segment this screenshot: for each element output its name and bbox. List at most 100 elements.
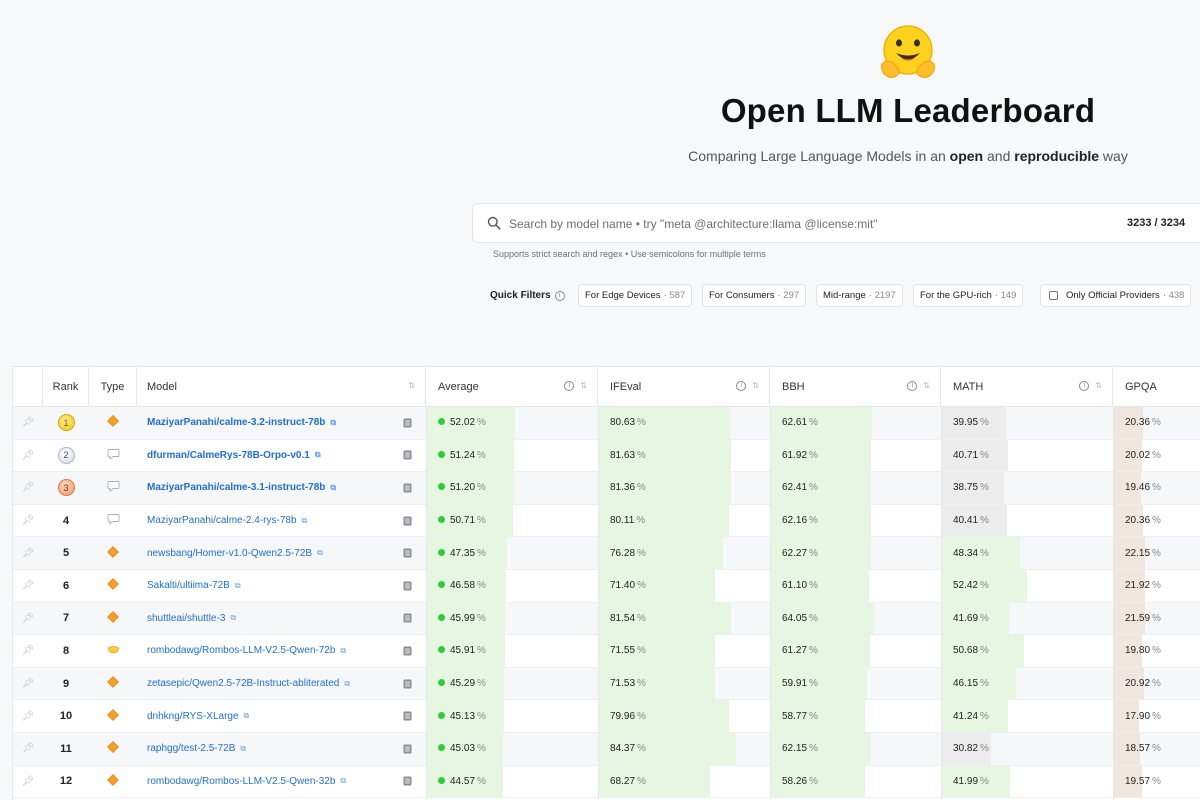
pin-icon[interactable]: 📌︎	[13, 440, 43, 472]
checkbox-icon[interactable]	[1049, 291, 1058, 300]
model-link[interactable]: MaziyarPanahi/calme-3.2-instruct-78b ⧉	[147, 407, 397, 439]
sort-icon[interactable]: ⇅	[580, 381, 587, 391]
filter-edge-devices[interactable]: For Edge Devices · 587	[578, 284, 693, 307]
table-header: Rank Type Model ⇅ Average i ⇅ IFEval i ⇅ B…	[13, 367, 1200, 407]
external-link-icon[interactable]: ⧉	[244, 711, 250, 721]
model-card-icon[interactable]	[401, 505, 413, 537]
model-link[interactable]: Sakalti/ultiima-72B ⧉	[147, 570, 397, 602]
model-link[interactable]: MaziyarPanahi/calme-3.1-instruct-78b ⧉	[147, 472, 397, 504]
pin-icon[interactable]: 📌︎	[13, 668, 43, 700]
pin-icon[interactable]: 📌︎	[13, 472, 43, 504]
model-type-cell	[89, 407, 137, 439]
diamond-icon	[107, 708, 119, 724]
pin-icon[interactable]: 📌︎	[13, 570, 43, 602]
pin-icon[interactable]: 📌︎	[13, 635, 43, 667]
ifeval-cell: 81.54%	[598, 602, 770, 635]
model-link[interactable]: zetasepic/Qwen2.5-72B-Instruct-abliterat…	[147, 668, 397, 700]
model-card-icon[interactable]	[401, 668, 413, 700]
model-link[interactable]: rombodawg/Rombos-LLM-V2.5-Qwen-72b ⧉	[147, 635, 397, 667]
pin-icon[interactable]: 📌︎	[13, 505, 43, 537]
external-link-icon[interactable]: ⧉	[340, 646, 346, 656]
table-row[interactable]: 📌︎ 8 rombodawg/Rombos-LLM-V2.5-Qwen-72b ⧉ 45…	[13, 635, 1200, 668]
math-cell: 41.24%	[941, 700, 1113, 732]
info-icon[interactable]: i	[736, 381, 747, 391]
table-row[interactable]: 📌︎ 10 dnhkng/RYS-XLarge ⧉ 45.13% 79.96% 58.77%…	[13, 700, 1200, 733]
external-link-icon[interactable]: ⧉	[315, 450, 321, 460]
ifeval-cell: 80.63%	[598, 407, 770, 439]
model-card-icon[interactable]	[401, 603, 413, 635]
table-row[interactable]: 📌︎ 1 MaziyarPanahi/calme-3.2-instruct-78b ⧉…	[13, 407, 1200, 440]
header-model[interactable]: Model ⇅	[137, 367, 426, 407]
sort-icon[interactable]: ⇅	[408, 381, 415, 391]
model-link[interactable]: MaziyarPanahi/calme-2.4-rys-78b ⧉	[147, 505, 397, 537]
model-card-icon[interactable]	[401, 766, 413, 798]
table-row[interactable]: 📌︎ 7 shuttleai/shuttle-3 ⧉ 45.99% 81.54% 64.05…	[13, 602, 1200, 636]
status-dot-icon	[438, 483, 445, 491]
average-cell: 45.29%	[426, 667, 598, 700]
model-link[interactable]: raphgg/test-2.5-72B ⧉	[147, 733, 397, 765]
table-row[interactable]: 📌︎ 12 rombodawg/Rombos-LLM-V2.5-Qwen-32b ⧉ 4…	[13, 765, 1200, 799]
pin-icon[interactable]: 📌︎	[13, 603, 43, 635]
bbh-cell: 62.27%	[770, 537, 941, 569]
info-icon[interactable]: i	[564, 381, 575, 391]
model-card-icon[interactable]	[401, 700, 413, 732]
filter-consumers[interactable]: For Consumers · 297	[702, 284, 807, 307]
external-link-icon[interactable]: ⧉	[230, 613, 236, 623]
external-link-icon[interactable]: ⧉	[344, 679, 350, 689]
header-type[interactable]: Type	[89, 367, 137, 407]
header-rank[interactable]: Rank	[43, 367, 89, 407]
model-card-icon[interactable]	[401, 440, 413, 472]
header-bbh[interactable]: BBH i ⇅	[770, 367, 941, 407]
pin-icon[interactable]: 📌︎	[13, 733, 43, 765]
table-row[interactable]: 📌︎ 2 dfurman/CalmeRys-78B-Orpo-v0.1 ⧉ 51.24%…	[13, 439, 1200, 473]
model-card-icon[interactable]	[401, 635, 413, 667]
model-link[interactable]: dfurman/CalmeRys-78B-Orpo-v0.1 ⧉	[147, 440, 397, 472]
header-ifeval[interactable]: IFEval i ⇅	[598, 367, 770, 407]
external-link-icon[interactable]: ⧉	[340, 776, 346, 786]
table-row[interactable]: 📌︎ 4 MaziyarPanahi/calme-2.4-rys-78b ⧉ 50.71…	[13, 504, 1200, 538]
header-pin	[13, 367, 43, 407]
info-icon[interactable]: i	[907, 381, 918, 391]
header-average[interactable]: Average i ⇅	[426, 367, 598, 407]
math-cell: 39.95%	[941, 407, 1113, 439]
table-row[interactable]: 📌︎ 3 MaziyarPanahi/calme-3.1-instruct-78b ⧉…	[13, 472, 1200, 505]
table-row[interactable]: 📌︎ 11 raphgg/test-2.5-72B ⧉ 45.03% 84.37% 62.1…	[13, 733, 1200, 766]
math-cell: 48.34%	[941, 537, 1113, 569]
info-icon[interactable]: i	[554, 290, 565, 301]
table-row[interactable]: 📌︎ 5 newsbang/Homer-v1.0-Qwen2.5-72B ⧉ 47.35…	[13, 537, 1200, 570]
ifeval-cell: 76.28%	[598, 537, 770, 569]
pin-icon[interactable]: 📌︎	[13, 700, 43, 732]
header-gpqa[interactable]: GPQA	[1113, 367, 1200, 407]
sort-icon[interactable]: ⇅	[1095, 381, 1102, 391]
diamond-icon	[107, 415, 119, 430]
external-link-icon[interactable]: ⧉	[317, 548, 323, 558]
gpqa-cell: 22.15%	[1113, 537, 1200, 569]
table-row[interactable]: 📌︎ 6 Sakalti/ultiima-72B ⧉ 46.58% 71.40% 61.10…	[13, 570, 1200, 603]
model-card-icon[interactable]	[401, 537, 413, 569]
model-card-icon[interactable]	[401, 407, 413, 439]
model-card-icon[interactable]	[401, 472, 413, 504]
external-link-icon[interactable]: ⧉	[240, 744, 246, 754]
sort-icon[interactable]: ⇅	[923, 381, 930, 391]
pin-icon[interactable]: 📌︎	[13, 766, 43, 798]
model-link[interactable]: shuttleai/shuttle-3 ⧉	[147, 603, 397, 635]
filter-mid-range[interactable]: Mid-range · 2197	[816, 284, 903, 307]
model-link[interactable]: dnhkng/RYS-XLarge ⧉	[147, 700, 397, 732]
model-card-icon[interactable]	[401, 570, 413, 602]
table-row[interactable]: 📌︎ 9 zetasepic/Qwen2.5-72B-Instruct-ablite…	[13, 667, 1200, 701]
external-link-icon[interactable]: ⧉	[330, 418, 336, 428]
external-link-icon[interactable]: ⧉	[330, 483, 336, 493]
model-card-icon[interactable]	[401, 733, 413, 765]
filter-official-providers[interactable]: Only Official Providers · 438	[1040, 284, 1192, 307]
model-link[interactable]: rombodawg/Rombos-LLM-V2.5-Qwen-32b ⧉	[147, 766, 397, 798]
pin-icon[interactable]: 📌︎	[13, 537, 43, 569]
info-icon[interactable]: i	[1079, 381, 1090, 391]
sort-icon[interactable]: ⇅	[752, 381, 759, 391]
search-input[interactable]	[509, 212, 1069, 236]
filter-gpu-rich[interactable]: For the GPU-rich · 149	[913, 284, 1024, 307]
model-link[interactable]: newsbang/Homer-v1.0-Qwen2.5-72B ⧉	[147, 537, 397, 569]
header-math[interactable]: MATH i ⇅	[941, 367, 1113, 407]
external-link-icon[interactable]: ⧉	[235, 581, 241, 591]
pin-icon[interactable]: 📌︎	[13, 407, 43, 439]
external-link-icon[interactable]: ⧉	[302, 516, 308, 526]
